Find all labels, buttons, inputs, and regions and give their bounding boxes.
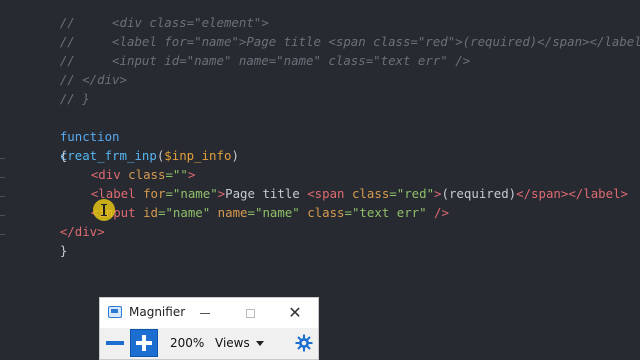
text-cursor-icon <box>101 204 107 216</box>
magnifier-window[interactable]: Magnifier ✕ 200% Views <box>99 297 319 360</box>
code-line-close-brace: } <box>30 222 67 258</box>
maximize-button[interactable] <box>228 298 272 328</box>
code-line-1: // <div class="element"> <box>30 0 269 30</box>
code-line-div-open: <div class=""> <box>61 146 195 182</box>
tag-token: /> <box>426 205 449 220</box>
minimize-icon <box>200 312 210 314</box>
attr-token: id <box>135 205 158 220</box>
minimize-button[interactable] <box>183 298 227 328</box>
zoom-out-button[interactable] <box>102 330 128 356</box>
zoom-level: 200% <box>170 336 205 350</box>
tag-token: </span></label> <box>516 186 629 201</box>
gutter-marker <box>0 158 5 159</box>
code-line-open-brace: { <box>30 127 67 163</box>
attr-token: name <box>210 205 248 220</box>
close-button[interactable]: ✕ <box>273 298 317 328</box>
gutter-marker <box>0 234 5 235</box>
plus-icon-stem <box>142 335 146 351</box>
gutter-marker <box>0 177 5 178</box>
minus-icon <box>106 341 124 345</box>
gutter-marker <box>0 196 5 197</box>
code-editor[interactable]: // <div class="element"> // <label for="… <box>0 0 640 360</box>
comment-text: // } <box>59 91 90 106</box>
paren-close: ) <box>231 148 239 163</box>
brace: } <box>59 243 68 258</box>
code-line-2: // <label for="name">Page title <span cl… <box>30 13 640 49</box>
close-icon: ✕ <box>288 303 302 322</box>
code-line-4: // </div> <box>30 51 127 87</box>
code-line-3: // <input id="name" name="name" class="t… <box>30 32 470 68</box>
chevron-down-icon <box>255 340 264 346</box>
attr-token: class <box>299 205 345 220</box>
code-line-5: // } <box>30 70 90 106</box>
magnifier-app-icon <box>108 306 122 318</box>
gear-icon <box>295 334 313 352</box>
keyword-function: function <box>59 129 120 144</box>
string-token: ="name" <box>158 205 211 220</box>
views-label: Views <box>215 336 250 350</box>
string-token: ="text err" <box>344 205 427 220</box>
code-line-input: <input id="name" name="name" class="text… <box>61 184 449 220</box>
zoom-in-button[interactable] <box>130 329 158 357</box>
settings-button[interactable] <box>295 334 313 352</box>
string-token: ="name" <box>247 205 300 220</box>
code-line-label: <label for="name">Page title <span class… <box>61 165 628 201</box>
maximize-icon <box>245 308 255 318</box>
text-token: (required) <box>441 186 517 201</box>
magnifier-title: Magnifier <box>129 305 186 319</box>
gutter-marker <box>0 215 5 216</box>
magnifier-titlebar[interactable]: Magnifier ✕ <box>100 298 318 328</box>
magnifier-toolbar <box>100 328 318 359</box>
views-dropdown[interactable]: Views <box>215 333 264 353</box>
code-line-function-declaration: function creat_frm_inp($inp_info) <box>30 108 239 163</box>
